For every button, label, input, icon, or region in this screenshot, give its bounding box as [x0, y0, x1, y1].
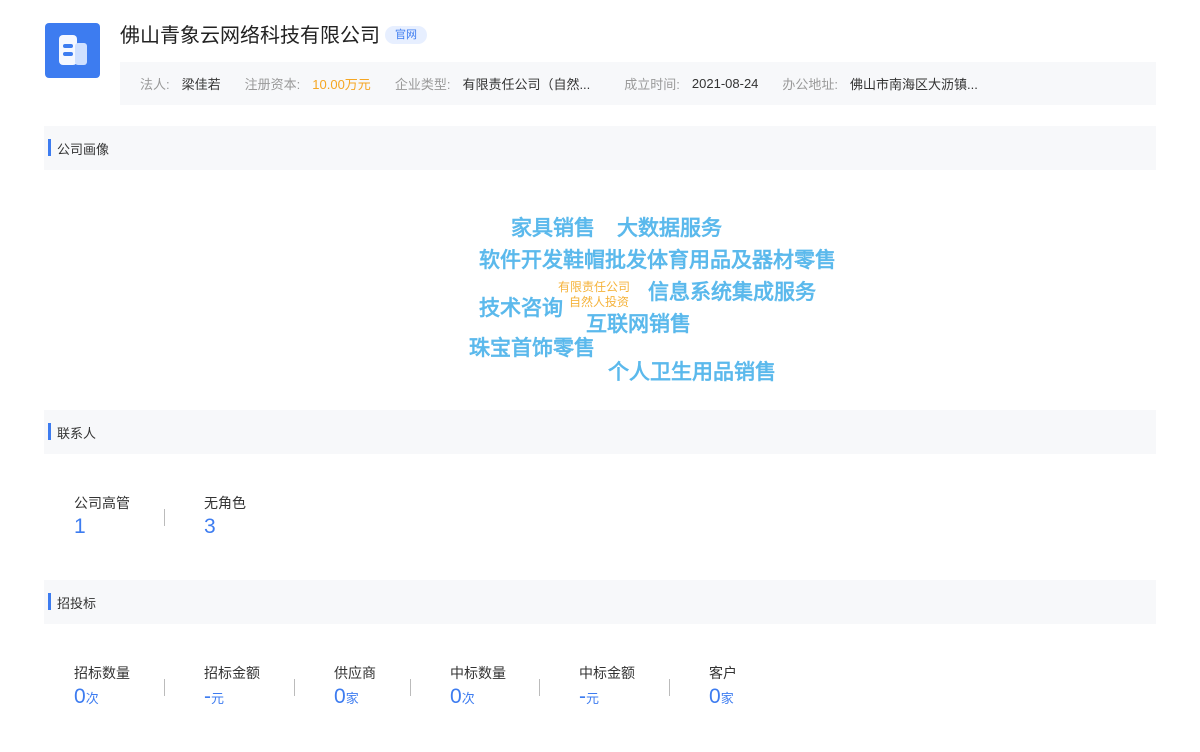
stat-value: 0	[334, 685, 346, 708]
stat-value: 3	[204, 515, 216, 538]
section-title-contacts: 联系人	[44, 410, 1156, 454]
stat-label: 招标数量	[74, 665, 130, 681]
stat-unit: 家	[720, 691, 734, 706]
stat-unit: 元	[586, 691, 600, 706]
tag-word: 互联网销售	[586, 313, 691, 336]
office-address: 办公地址: 佛山市南海区大沥镇...	[782, 74, 977, 93]
legal-person-value[interactable]: 梁佳若	[182, 74, 221, 93]
section-title-bidding: 招投标	[44, 580, 1156, 624]
divider	[539, 679, 540, 696]
tag-word: 信息系统集成服务	[648, 281, 816, 304]
stat-label: 无角色	[204, 495, 246, 511]
legal-person: 法人: 梁佳若	[140, 74, 221, 93]
divider	[669, 679, 670, 696]
tag-word: 珠宝首饰零售	[469, 337, 595, 360]
stat-unit: 次	[85, 691, 99, 706]
stat-suppliers[interactable]: 供应商 0家	[334, 663, 376, 709]
registered-capital: 注册资本: 10.00万元	[245, 74, 371, 93]
section-title-portrait: 公司画像	[44, 126, 1156, 170]
stat-award-count[interactable]: 中标数量 0次	[450, 663, 506, 709]
stat-value: 1	[74, 515, 86, 538]
tag-word: 自然人投资	[569, 295, 630, 309]
official-site-badge[interactable]: 官网	[385, 26, 427, 44]
stat-value: 0	[709, 685, 721, 708]
divider	[410, 679, 411, 696]
stat-unit: 次	[461, 691, 475, 706]
stat-value: 0	[74, 685, 86, 708]
stat-unit: 家	[345, 691, 359, 706]
capital-value: 10.00万元	[312, 77, 371, 92]
tag-word: 软件开发鞋帽批发体育用品及器材零售	[479, 249, 836, 272]
established-date: 成立时间: 2021-08-24	[624, 74, 758, 93]
established-label: 成立时间:	[624, 77, 680, 92]
stat-label: 中标金额	[579, 665, 635, 681]
address-value: 佛山市南海区大沥镇...	[850, 77, 978, 92]
divider	[164, 509, 165, 526]
stat-value: -	[579, 685, 586, 708]
stat-label: 客户	[709, 665, 737, 681]
divider	[294, 679, 295, 696]
company-type: 企业类型: 有限责任公司（自然...	[395, 74, 590, 93]
stat-customers[interactable]: 客户 0家	[709, 663, 737, 709]
stat-value: 0	[450, 685, 462, 708]
stat-label: 公司高管	[74, 495, 130, 511]
company-info-bar: 法人: 梁佳若 注册资本: 10.00万元 企业类型: 有限责任公司（自然...…	[120, 62, 1156, 105]
type-value: 有限责任公司（自然...	[462, 77, 591, 92]
tag-word: 家具销售	[511, 217, 595, 240]
stat-award-amount[interactable]: 中标金额 -元	[579, 663, 635, 709]
address-label: 办公地址:	[782, 77, 839, 92]
divider	[164, 679, 165, 696]
type-label: 企业类型:	[394, 77, 451, 92]
stat-label: 招标金额	[204, 665, 260, 681]
stat-no-role[interactable]: 无角色 3	[204, 493, 246, 539]
stat-label: 中标数量	[450, 665, 506, 681]
legal-person-label: 法人:	[140, 77, 170, 92]
tag-word: 有限责任公司	[558, 280, 631, 294]
stat-unit: 元	[211, 691, 225, 706]
stat-label: 供应商	[334, 665, 376, 681]
building-icon	[45, 23, 100, 78]
stat-tender-amount[interactable]: 招标金额 -元	[204, 663, 260, 709]
stat-tender-count[interactable]: 招标数量 0次	[74, 663, 130, 709]
tag-word: 技术咨询	[479, 297, 563, 320]
company-name: 佛山青象云网络科技有限公司	[120, 25, 380, 47]
stat-executives[interactable]: 公司高管 1	[74, 493, 130, 539]
tag-word: 大数据服务	[617, 217, 722, 240]
capital-label: 注册资本:	[244, 77, 301, 92]
tag-word: 个人卫生用品销售	[608, 361, 776, 384]
established-value: 2021-08-24	[691, 76, 759, 91]
stat-value: -	[204, 685, 211, 708]
